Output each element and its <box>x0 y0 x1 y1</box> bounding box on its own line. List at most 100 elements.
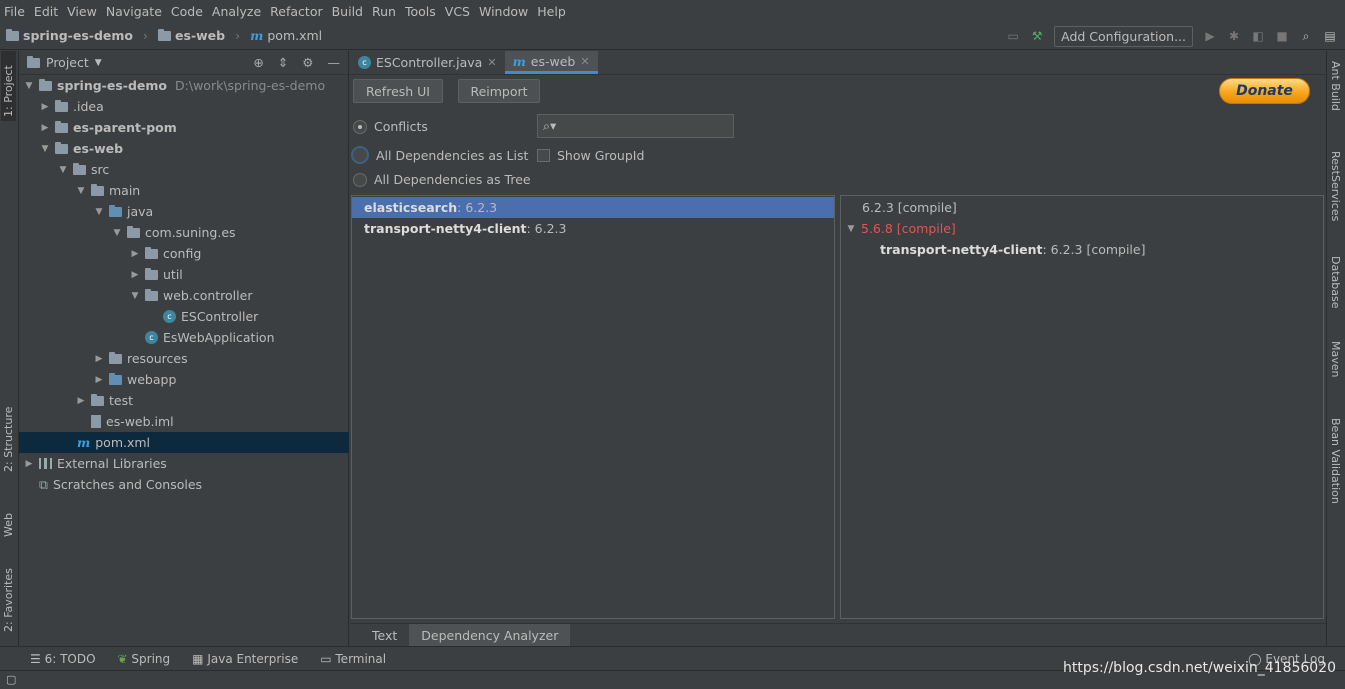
menu-edit[interactable]: Edit <box>30 4 63 19</box>
toggle-panels-icon[interactable]: ▢ <box>6 673 16 686</box>
project-view-selector[interactable]: Project <box>46 55 89 70</box>
expanded-arrow-icon[interactable]: ▼ <box>111 228 123 238</box>
close-icon[interactable]: ✕ <box>580 55 589 68</box>
tree-item[interactable]: c EsWebApplication <box>19 327 349 348</box>
tree-item[interactable]: ⧉ Scratches and Consoles <box>19 474 349 495</box>
tab-maven[interactable]: Maven <box>1329 341 1342 377</box>
tree-item-selected[interactable]: m pom.xml <box>19 432 349 453</box>
run-icon[interactable]: ▶ <box>1203 29 1217 43</box>
tab-text[interactable]: Text <box>360 624 409 647</box>
coverage-icon[interactable]: ◧ <box>1251 29 1265 43</box>
tree-item[interactable]: ▶ test <box>19 390 349 411</box>
tab-project-tool[interactable]: 1: Project <box>1 51 16 121</box>
locate-icon[interactable]: ⊕ <box>253 55 263 70</box>
tab-bean-validation[interactable]: Bean Validation <box>1329 418 1342 504</box>
tree-item[interactable]: 6.2.3 [compile] <box>841 197 957 218</box>
tab-escontroller[interactable]: c ESController.java ✕ <box>350 51 505 74</box>
menu-window[interactable]: Window <box>475 4 533 19</box>
tree-item[interactable]: ▼ spring-es-demo D:\work\spring-es-demo <box>19 75 349 96</box>
terminal-tool-button[interactable]: ▭ Terminal <box>320 652 386 666</box>
tree-item[interactable]: ▼ web.controller <box>19 285 349 306</box>
close-icon[interactable]: ✕ <box>487 56 496 69</box>
tab-web-tool[interactable]: Web <box>1 491 16 541</box>
menu-tools[interactable]: Tools <box>401 4 441 19</box>
gear-icon[interactable]: ⚙ <box>302 55 313 70</box>
tab-rest-services[interactable]: RestServices <box>1329 151 1342 221</box>
menu-file[interactable]: File <box>0 4 30 19</box>
radio-selected-icon[interactable] <box>353 119 367 134</box>
tree-item[interactable]: ▼ src <box>19 159 349 180</box>
tree-item[interactable]: ▶ webapp <box>19 369 349 390</box>
expanded-arrow-icon[interactable]: ▼ <box>57 165 69 175</box>
build-hammer-icon[interactable]: ⚒ <box>1030 29 1044 43</box>
tree-item[interactable]: ▼ 5.6.8 [compile] <box>841 218 956 239</box>
debug-icon[interactable]: ✱ <box>1227 29 1241 43</box>
tree-item[interactable]: es-web.iml <box>19 411 349 432</box>
tree-item[interactable]: ▼ main <box>19 180 349 201</box>
tab-favorites-tool[interactable]: 2: Favorites <box>1 551 16 636</box>
tab-database[interactable]: Database <box>1329 256 1342 309</box>
breadcrumb-module[interactable]: es-web <box>175 28 225 43</box>
radio-icon[interactable] <box>353 172 367 187</box>
expanded-arrow-icon[interactable]: ▼ <box>129 291 141 301</box>
tree-item[interactable]: c ESController <box>19 306 349 327</box>
tree-item[interactable]: ▶ config <box>19 243 349 264</box>
collapsed-arrow-icon[interactable]: ▶ <box>129 249 141 259</box>
radio-conflicts[interactable]: Conflicts <box>353 119 428 134</box>
search-input[interactable]: ⌕▾ <box>537 114 734 138</box>
expanded-arrow-icon[interactable]: ▼ <box>39 144 51 154</box>
terminal-icon[interactable]: ▭ <box>1006 29 1020 43</box>
radio-all-tree[interactable]: All Dependencies as Tree <box>353 172 531 187</box>
tab-dependency-analyzer[interactable]: Dependency Analyzer <box>409 623 571 647</box>
tree-item[interactable]: ▼ es-web <box>19 138 349 159</box>
todo-tool-button[interactable]: ☰ 6: TODO <box>30 652 96 666</box>
collapsed-arrow-icon[interactable]: ▶ <box>93 375 105 385</box>
tree-item[interactable]: ▶ External Libraries <box>19 453 349 474</box>
tab-ant-build[interactable]: Ant Build <box>1329 61 1342 111</box>
tab-structure-tool[interactable]: 2: Structure <box>1 396 16 476</box>
radio-icon[interactable] <box>351 146 369 164</box>
breadcrumb-file[interactable]: pom.xml <box>267 28 322 43</box>
collapsed-arrow-icon[interactable]: ▶ <box>39 102 51 112</box>
donate-button[interactable]: Donate <box>1219 78 1310 104</box>
show-groupid-checkbox[interactable]: Show GroupId <box>537 148 644 163</box>
expanded-arrow-icon[interactable]: ▼ <box>23 81 35 91</box>
tree-item[interactable]: ▼ com.suning.es <box>19 222 349 243</box>
menu-code[interactable]: Code <box>167 4 208 19</box>
breadcrumb-project[interactable]: spring-es-demo <box>23 28 133 43</box>
search-everywhere-icon[interactable]: ⌕ <box>1299 29 1313 43</box>
menu-refactor[interactable]: Refactor <box>266 4 327 19</box>
menu-view[interactable]: View <box>63 4 102 19</box>
menu-vcs[interactable]: VCS <box>441 4 475 19</box>
tree-item[interactable]: ▼ java <box>19 201 349 222</box>
collapsed-arrow-icon[interactable]: ▶ <box>39 123 51 133</box>
menu-help[interactable]: Help <box>533 4 571 19</box>
checkbox-icon[interactable] <box>537 149 550 162</box>
tree-item[interactable]: ▶ .idea <box>19 96 349 117</box>
menu-analyze[interactable]: Analyze <box>208 4 266 19</box>
menu-run[interactable]: Run <box>368 4 401 19</box>
refresh-ui-button[interactable]: Refresh UI <box>353 79 443 103</box>
tree-item[interactable]: ▶ util <box>19 264 349 285</box>
collapsed-arrow-icon[interactable]: ▶ <box>75 396 87 406</box>
expanded-arrow-icon[interactable]: ▼ <box>845 224 857 234</box>
collapsed-arrow-icon[interactable]: ▶ <box>23 459 35 469</box>
tab-es-web[interactable]: m es-web ✕ <box>504 51 598 74</box>
collapsed-arrow-icon[interactable]: ▶ <box>93 354 105 364</box>
chevron-down-icon[interactable]: ▼ <box>95 58 102 68</box>
stop-icon[interactable]: ■ <box>1275 29 1289 43</box>
list-item[interactable]: transport-netty4-client : 6.2.3 <box>352 218 566 239</box>
tree-item[interactable]: ▶ resources <box>19 348 349 369</box>
project-structure-icon[interactable]: ▤ <box>1323 29 1337 43</box>
minimize-icon[interactable]: — <box>328 55 341 70</box>
tree-item[interactable]: transport-netty4-client : 6.2.3 [compile… <box>841 239 1145 260</box>
java-enterprise-tool-button[interactable]: ▦ Java Enterprise <box>192 652 298 666</box>
menu-build[interactable]: Build <box>328 4 368 19</box>
collapsed-arrow-icon[interactable]: ▶ <box>129 270 141 280</box>
menu-navigate[interactable]: Navigate <box>102 4 167 19</box>
reimport-button[interactable]: Reimport <box>458 79 540 103</box>
expanded-arrow-icon[interactable]: ▼ <box>93 207 105 217</box>
collapse-all-icon[interactable]: ⇕ <box>278 55 288 70</box>
tree-item[interactable]: ▶ es-parent-pom <box>19 117 349 138</box>
spring-tool-button[interactable]: ❦ Spring <box>118 652 171 666</box>
